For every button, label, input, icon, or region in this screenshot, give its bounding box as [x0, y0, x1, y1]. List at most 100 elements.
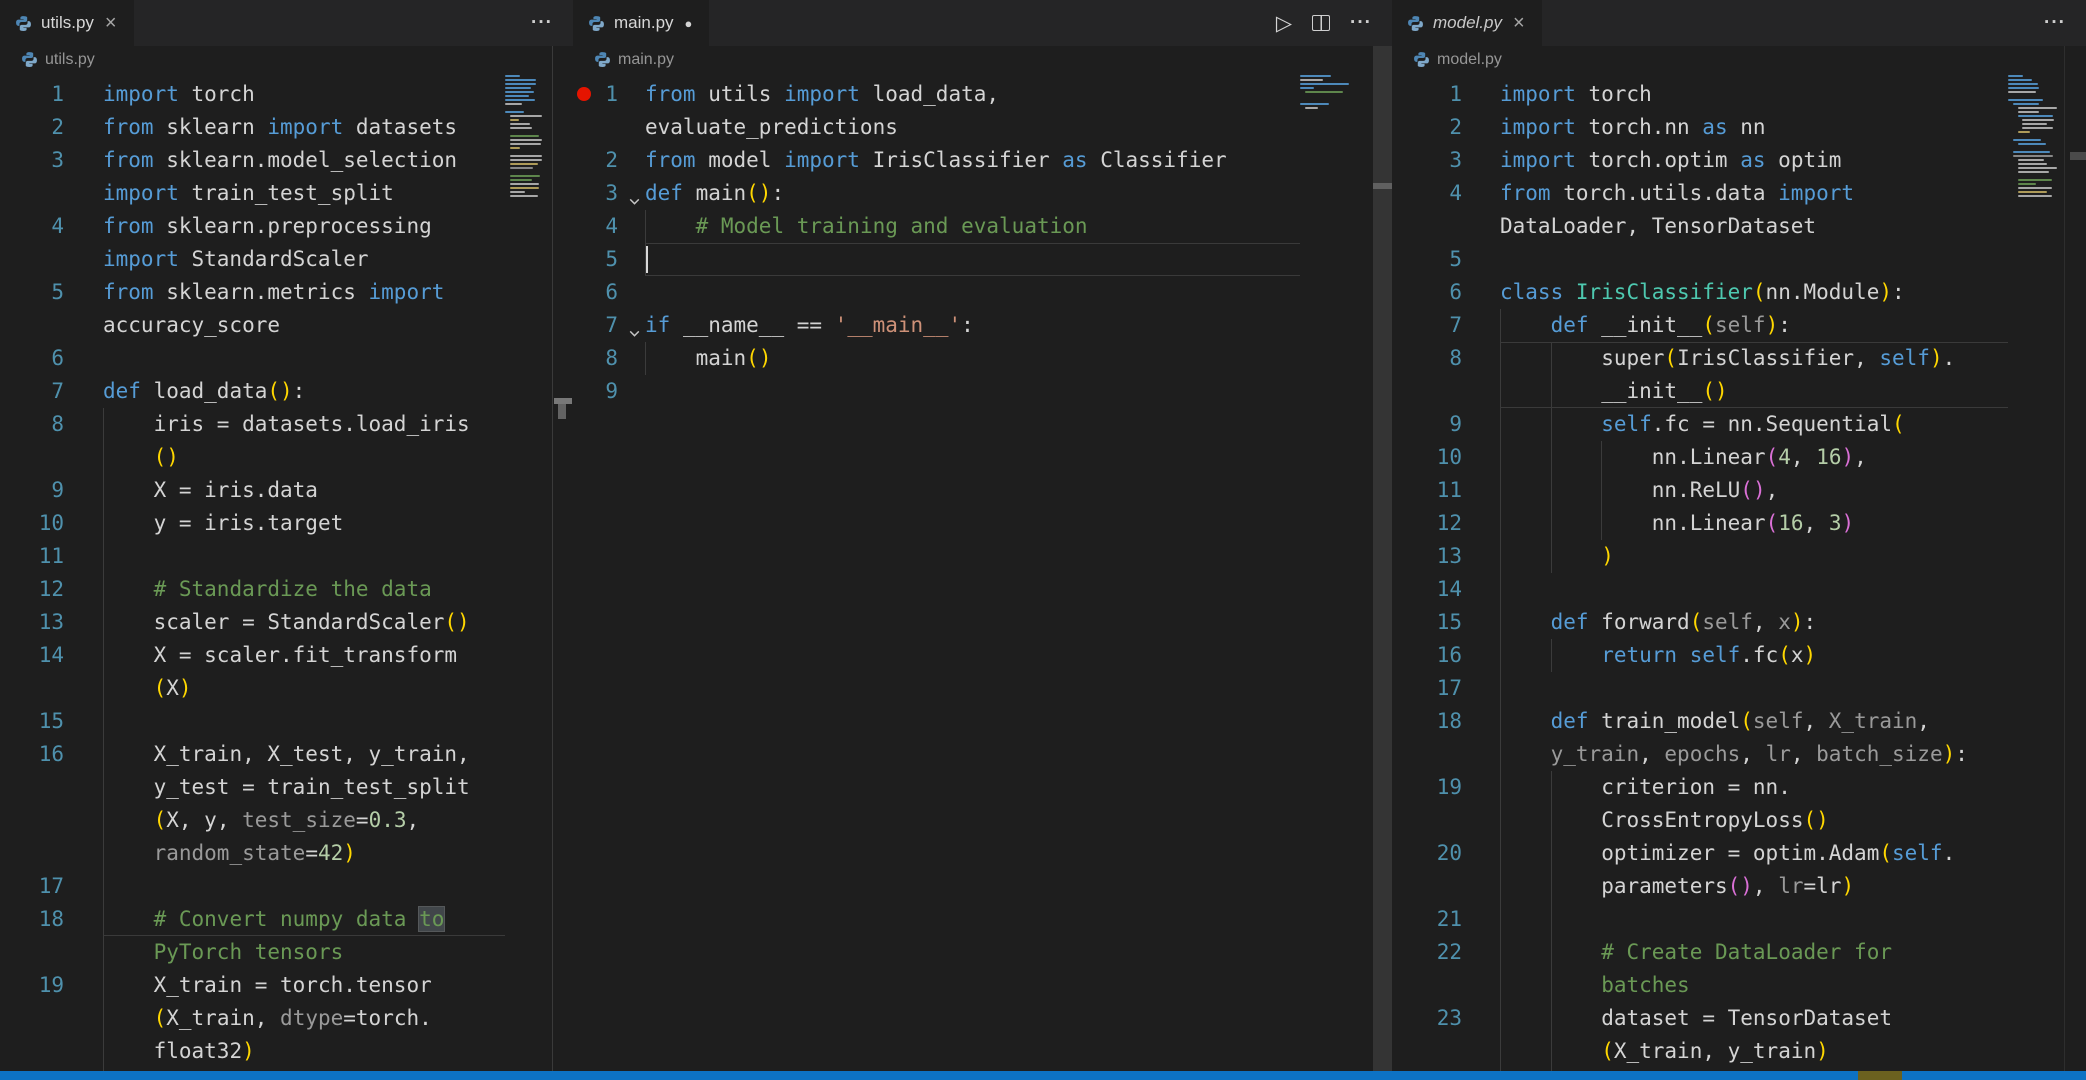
line-number[interactable]: 6	[1392, 276, 1462, 309]
scrollbar-thumb[interactable]	[1373, 183, 1392, 189]
tab-main-py[interactable]: main.py ●	[573, 0, 711, 46]
code-row[interactable]: 1 from utils import load_data,	[573, 78, 1392, 111]
code-row[interactable]: 16 return self.fc(x)	[1392, 639, 2086, 672]
line-number[interactable]: 15	[0, 705, 64, 738]
close-icon[interactable]: ×	[1511, 13, 1527, 33]
close-icon[interactable]: ×	[103, 13, 119, 33]
code-row[interactable]: 9 self.fc = nn.Sequential(	[1392, 408, 2086, 441]
line-number[interactable]: 16	[1392, 639, 1462, 672]
code-row[interactable]: 9 X = iris.data	[0, 474, 573, 507]
status-bar[interactable]	[0, 1071, 2086, 1080]
line-number[interactable]: 23	[1392, 1002, 1462, 1035]
code-row[interactable]: import StandardScaler	[0, 243, 573, 276]
line-number[interactable]: 9	[573, 375, 618, 408]
code-row[interactable]: (X_train, dtype=torch.	[0, 1002, 573, 1035]
code-row[interactable]: 22 # Create DataLoader for	[1392, 936, 2086, 969]
scrollbar[interactable]	[1373, 46, 1392, 1071]
line-number[interactable]: 11	[1392, 474, 1462, 507]
code-row[interactable]: 8 main()	[573, 342, 1392, 375]
more-actions-button[interactable]: ···	[1350, 9, 1372, 37]
code-row[interactable]: (X)	[0, 672, 573, 705]
line-number[interactable]: 11	[0, 540, 64, 573]
line-number[interactable]: 18	[0, 903, 64, 936]
code-row[interactable]: 3 def main():	[573, 177, 1392, 210]
code-row[interactable]: 5	[573, 243, 1392, 276]
line-number[interactable]: 4	[573, 210, 618, 243]
minimap[interactable]	[1300, 75, 1373, 115]
line-number[interactable]: 8	[573, 342, 618, 375]
code-row[interactable]: ()	[0, 441, 573, 474]
code-row[interactable]: 1 import torch	[1392, 78, 2086, 111]
line-number[interactable]: 9	[1392, 408, 1462, 441]
code-row[interactable]: 5	[1392, 243, 2086, 276]
code-row[interactable]: 3 from sklearn.model_selection	[0, 144, 573, 177]
code-row[interactable]: CrossEntropyLoss()	[1392, 804, 2086, 837]
code-row[interactable]: batches	[1392, 969, 2086, 1002]
code-row[interactable]: PyTorch tensors	[0, 936, 573, 969]
code-row[interactable]: 15	[0, 705, 573, 738]
code-editor-main[interactable]: 1 from utils import load_data, evaluate_pr…	[573, 73, 1392, 1080]
line-number[interactable]: 8	[0, 408, 64, 441]
code-editor-model[interactable]: 1 import torch 2 import torch.nn as nn 3 impo…	[1392, 73, 2086, 1080]
more-actions-button[interactable]: ···	[531, 9, 553, 37]
line-number[interactable]: 6	[0, 342, 64, 375]
tab-utils-py[interactable]: utils.py ×	[0, 0, 135, 46]
code-row[interactable]: 13 scaler = StandardScaler()	[0, 606, 573, 639]
line-number[interactable]: 19	[1392, 771, 1462, 804]
line-number[interactable]: 5	[1392, 243, 1462, 276]
code-row[interactable]: 19 X_train = torch.tensor	[0, 969, 573, 1002]
line-number[interactable]: 22	[1392, 936, 1462, 969]
code-row[interactable]: 14 X = scaler.fit_transform	[0, 639, 573, 672]
line-number[interactable]: 7	[573, 309, 618, 342]
split-editor-button[interactable]	[1312, 9, 1331, 37]
line-number[interactable]: 12	[0, 573, 64, 606]
code-row[interactable]: 21	[1392, 903, 2086, 936]
code-row[interactable]: 4 from sklearn.preprocessing	[0, 210, 573, 243]
line-number[interactable]: 2	[573, 144, 618, 177]
code-row[interactable]: 19 criterion = nn.	[1392, 771, 2086, 804]
scrollbar[interactable]	[552, 46, 573, 1071]
line-number[interactable]: 8	[1392, 342, 1462, 375]
line-number[interactable]: 3	[0, 144, 64, 177]
line-number[interactable]: 1	[0, 78, 64, 111]
code-row[interactable]: 12 # Standardize the data	[0, 573, 573, 606]
code-row[interactable]: 11 nn.ReLU(),	[1392, 474, 2086, 507]
line-number[interactable]: 6	[573, 276, 618, 309]
line-number[interactable]: 1	[1392, 78, 1462, 111]
code-row[interactable]: 6	[0, 342, 573, 375]
code-row[interactable]: 2 from sklearn import datasets	[0, 111, 573, 144]
code-row[interactable]: 15 def forward(self, x):	[1392, 606, 2086, 639]
code-row[interactable]: (X_train, y_train)	[1392, 1035, 2086, 1068]
breakpoint-icon[interactable]	[577, 87, 591, 101]
code-row[interactable]: random_state=42)	[0, 837, 573, 870]
code-row[interactable]: 10 y = iris.target	[0, 507, 573, 540]
scrollbar-thumb[interactable]	[558, 404, 566, 419]
code-row[interactable]: 10 nn.Linear(4, 16),	[1392, 441, 2086, 474]
line-number[interactable]: 2	[1392, 111, 1462, 144]
line-number[interactable]: 16	[0, 738, 64, 771]
code-row[interactable]: 5 from sklearn.metrics import	[0, 276, 573, 309]
line-number[interactable]: 21	[1392, 903, 1462, 936]
code-row[interactable]: 17	[1392, 672, 2086, 705]
minimap[interactable]	[2008, 75, 2062, 199]
code-row[interactable]: 6	[573, 276, 1392, 309]
code-row[interactable]: 6 class IrisClassifier(nn.Module):	[1392, 276, 2086, 309]
more-actions-button[interactable]: ···	[2044, 9, 2066, 37]
line-number[interactable]: 12	[1392, 507, 1462, 540]
code-row[interactable]: DataLoader, TensorDataset	[1392, 210, 2086, 243]
line-number[interactable]: 4	[1392, 177, 1462, 210]
code-row[interactable]: 4 # Model training and evaluation	[573, 210, 1392, 243]
code-row[interactable]: float32)	[0, 1035, 573, 1068]
line-number[interactable]: 13	[0, 606, 64, 639]
code-row[interactable]: 1 import torch	[0, 78, 573, 111]
code-row[interactable]: parameters(), lr=lr)	[1392, 870, 2086, 903]
code-row[interactable]: 7 def load_data():	[0, 375, 573, 408]
line-number[interactable]: 7	[0, 375, 64, 408]
modified-dot-icon[interactable]: ●	[683, 17, 695, 30]
run-button[interactable]: ▷	[1276, 9, 1292, 37]
line-number[interactable]: 5	[0, 276, 64, 309]
breadcrumb[interactable]: main.py	[573, 46, 1392, 73]
line-number[interactable]: 20	[1392, 837, 1462, 870]
line-number[interactable]: 7	[1392, 309, 1462, 342]
code-row[interactable]: 9	[573, 375, 1392, 408]
